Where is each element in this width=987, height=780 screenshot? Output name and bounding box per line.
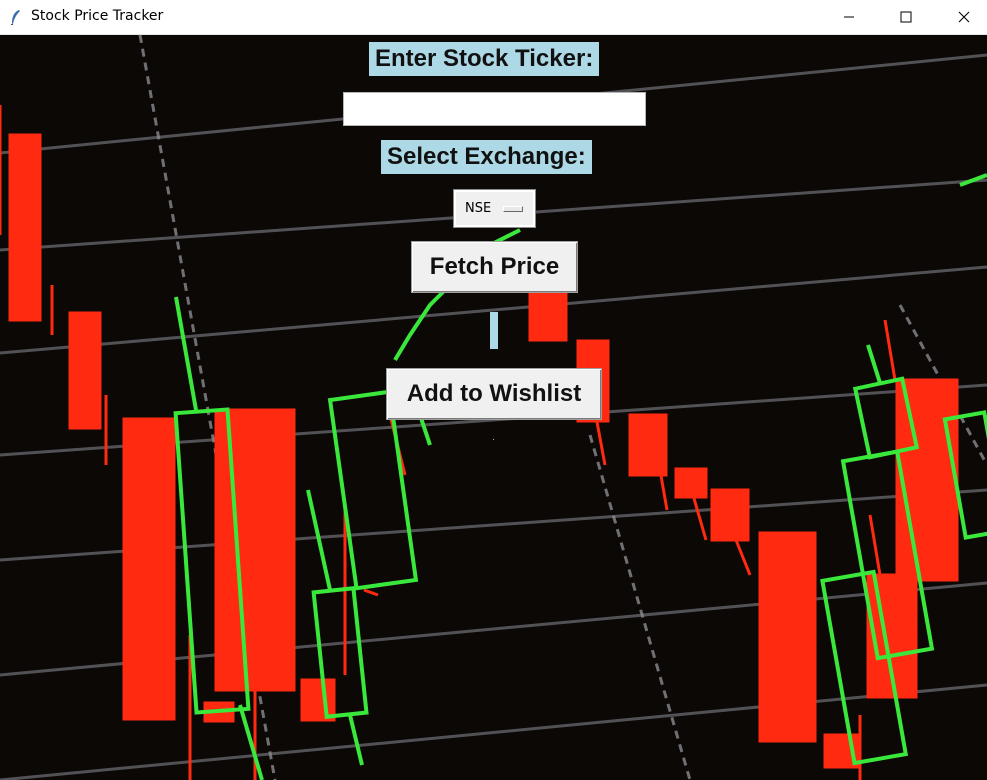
minimize-icon	[844, 16, 854, 18]
exchange-dropdown[interactable]: NSE	[453, 189, 536, 228]
minimize-button[interactable]	[826, 0, 872, 34]
dropdown-indicator-icon	[503, 206, 523, 212]
fetch-price-button[interactable]: Fetch Price	[411, 241, 578, 293]
title-bar: Stock Price Tracker	[0, 0, 987, 35]
maximize-button[interactable]	[883, 0, 929, 34]
ticker-input[interactable]	[343, 92, 646, 126]
maximize-icon	[900, 11, 912, 23]
exchange-selected-value: NSE	[465, 201, 492, 216]
wishlist-status-label	[493, 439, 494, 440]
ticker-label: Enter Stock Ticker:	[369, 42, 600, 76]
exchange-label: Select Exchange:	[381, 140, 592, 174]
window-title: Stock Price Tracker	[31, 8, 164, 24]
add-to-wishlist-button[interactable]: Add to Wishlist	[386, 368, 602, 420]
app-canvas: Enter Stock Ticker: Select Exchange: NSE…	[0, 35, 987, 780]
close-button[interactable]	[941, 0, 987, 34]
feather-icon	[10, 10, 20, 25]
price-result-label	[490, 312, 498, 349]
close-icon	[958, 11, 970, 23]
